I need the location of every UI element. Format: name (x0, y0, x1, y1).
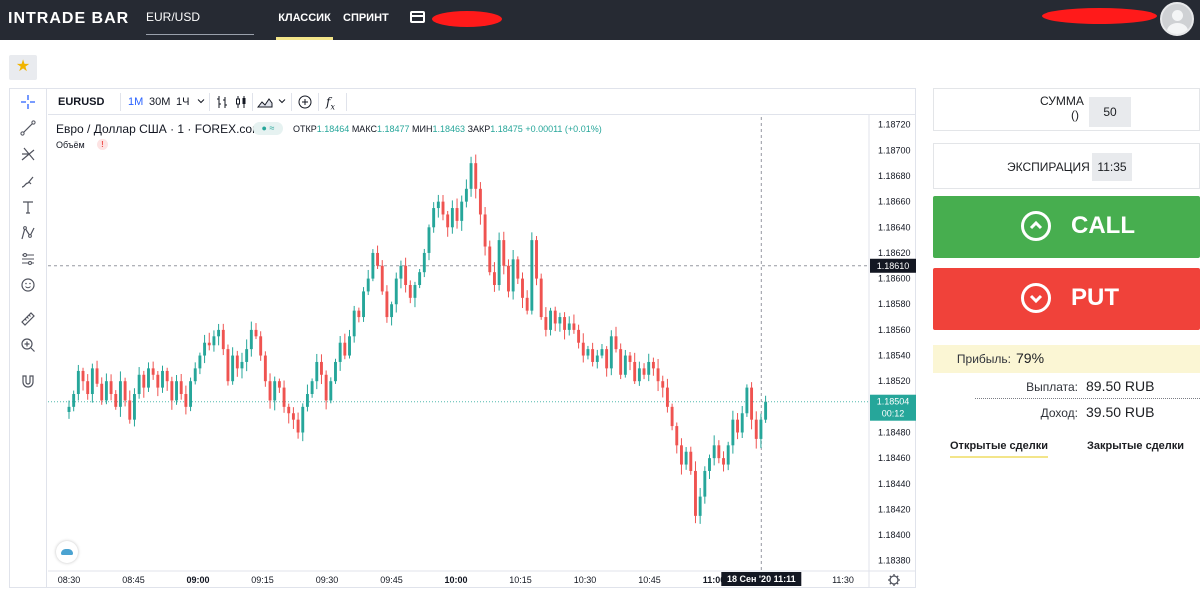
ohlc-readout: ОТКР1.18464 МАКС1.18477 МИН1.18463 ЗАКР1… (293, 124, 602, 134)
interval-30m[interactable]: 30M (149, 89, 170, 115)
payout-label: Выплата: (1026, 380, 1078, 394)
asset-select[interactable]: EUR/USD (146, 10, 254, 35)
chart-legend-title: Евро / Доллар США · 1 · FOREX.com (56, 122, 263, 136)
redacted-balance (432, 11, 502, 27)
profit-row: Прибыль: 79% (933, 345, 1200, 373)
toolbar-divider (252, 93, 253, 111)
interval-1m[interactable]: 1M (128, 89, 143, 115)
bars-icon[interactable] (215, 89, 229, 115)
chart-frame (9, 88, 916, 588)
toolbar-divider (120, 93, 121, 111)
chevron-down-icon[interactable] (278, 89, 286, 115)
chart-toolbar: EURUSD 1M 30M 1Ч fx (48, 89, 915, 115)
chevron-down-icon (1021, 283, 1051, 313)
pitchfork-icon[interactable] (9, 145, 47, 169)
warning-icon[interactable]: ! (97, 139, 108, 150)
expiration-card: ЭКСПИРАЦИЯ 11:35 (933, 143, 1200, 189)
symbol-label[interactable]: EURUSD (58, 89, 104, 115)
brush-icon[interactable] (9, 172, 47, 196)
toolbar-divider (209, 93, 210, 111)
app-logo[interactable]: INTRADE BAR (8, 10, 129, 28)
volume-label[interactable]: Объём (56, 140, 85, 150)
amount-input[interactable]: 50 (1089, 97, 1131, 127)
indicators-icon[interactable] (297, 89, 313, 115)
interval-1h[interactable]: 1Ч (176, 89, 189, 115)
tab-sprint[interactable]: СПРИНТ (343, 0, 389, 40)
fx-icon[interactable]: fx (326, 89, 335, 115)
currency-label: () (1071, 108, 1079, 122)
income-label: Доход: (1040, 406, 1078, 420)
expiration-label: ЭКСПИРАЦИЯ (1007, 160, 1090, 174)
income-value: 39.50 RUB (1086, 404, 1155, 420)
call-button[interactable]: CALL (933, 196, 1200, 258)
redacted-username (1042, 8, 1157, 24)
tab-classic[interactable]: КЛАССИК (276, 0, 333, 40)
amount-card: СУММА () 50 (933, 88, 1200, 131)
text-icon[interactable] (9, 198, 47, 222)
chevron-down-icon[interactable] (197, 89, 205, 115)
toolbar-divider (318, 93, 319, 111)
put-button[interactable]: PUT (933, 268, 1200, 330)
profit-label: Прибыль: (956, 352, 1011, 366)
crosshair-icon[interactable] (9, 93, 47, 117)
wallet-icon[interactable] (410, 11, 425, 23)
trendline-icon[interactable] (9, 119, 47, 143)
tab-closed-deals[interactable]: Закрытые сделки (1087, 440, 1184, 452)
avatar[interactable] (1160, 2, 1194, 36)
drawing-toolbar (9, 88, 47, 588)
tab-open-deals[interactable]: Открытые сделки (950, 440, 1048, 458)
tradingview-logo-icon[interactable] (56, 541, 78, 563)
expiration-input[interactable]: 11:35 (1092, 153, 1132, 181)
divider (975, 398, 1200, 399)
area-icon[interactable] (256, 89, 273, 115)
amount-label: СУММА (1040, 94, 1084, 108)
top-bar: INTRADE BAR EUR/USD КЛАССИК СПРИНТ (0, 0, 1200, 40)
toolbar-divider (346, 93, 347, 111)
candles-icon[interactable] (234, 89, 248, 115)
chevron-up-icon (1021, 211, 1051, 241)
toolbar-divider (291, 93, 292, 111)
market-status-badge: ● ≈ (253, 122, 283, 135)
magnet-icon[interactable] (9, 372, 47, 396)
zoom-icon[interactable] (9, 336, 47, 360)
call-label: CALL (1071, 212, 1135, 239)
ruler-icon[interactable] (9, 310, 47, 334)
put-label: PUT (1071, 284, 1119, 311)
profit-value: 79% (1016, 350, 1045, 366)
pattern-icon[interactable] (9, 224, 47, 248)
emoji-icon[interactable] (9, 276, 47, 300)
prediction-icon[interactable] (9, 250, 47, 274)
payout-value: 89.50 RUB (1086, 378, 1155, 394)
favorite-star-icon[interactable]: ★ (9, 55, 37, 80)
